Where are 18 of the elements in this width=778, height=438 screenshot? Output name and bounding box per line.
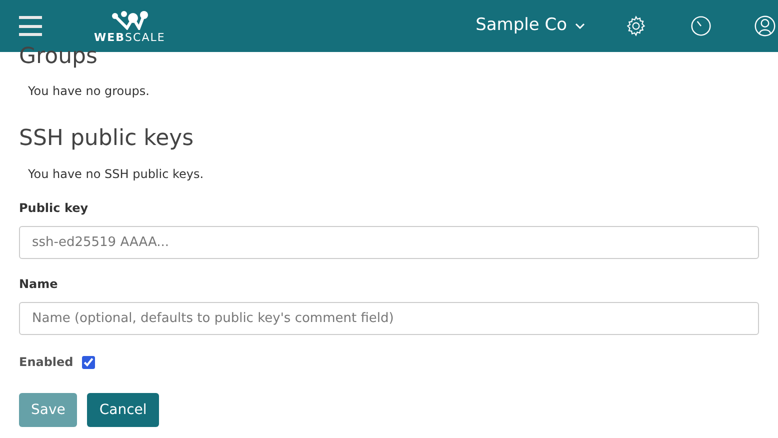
user-icon[interactable] bbox=[754, 15, 776, 37]
field-label: Public key bbox=[19, 200, 90, 217]
company-selector[interactable]: Sample Co bbox=[476, 13, 585, 39]
cancel-button[interactable]: Cancel bbox=[87, 393, 159, 427]
input-field[interactable]: ssh-ed25519 AAAA... bbox=[19, 226, 759, 259]
field-label: Name bbox=[19, 276, 59, 293]
settings-icon[interactable] bbox=[625, 15, 647, 37]
section-heading: SSH public keys bbox=[19, 125, 195, 153]
section-heading: Groups bbox=[19, 46, 98, 68]
logo-text: WEBSCALE bbox=[94, 32, 166, 42]
timer-icon[interactable] bbox=[690, 15, 712, 37]
enabled-checkbox[interactable] bbox=[82, 356, 96, 368]
menu-icon[interactable] bbox=[19, 16, 42, 36]
empty-message: You have no groups. bbox=[28, 83, 150, 100]
empty-message: You have no SSH public keys. bbox=[28, 166, 205, 183]
chevron-icon bbox=[575, 23, 585, 29]
input-field[interactable]: Name (optional, defaults to public key's comment field) bbox=[19, 302, 759, 335]
checkbox-label: Enabled bbox=[19, 354, 74, 371]
